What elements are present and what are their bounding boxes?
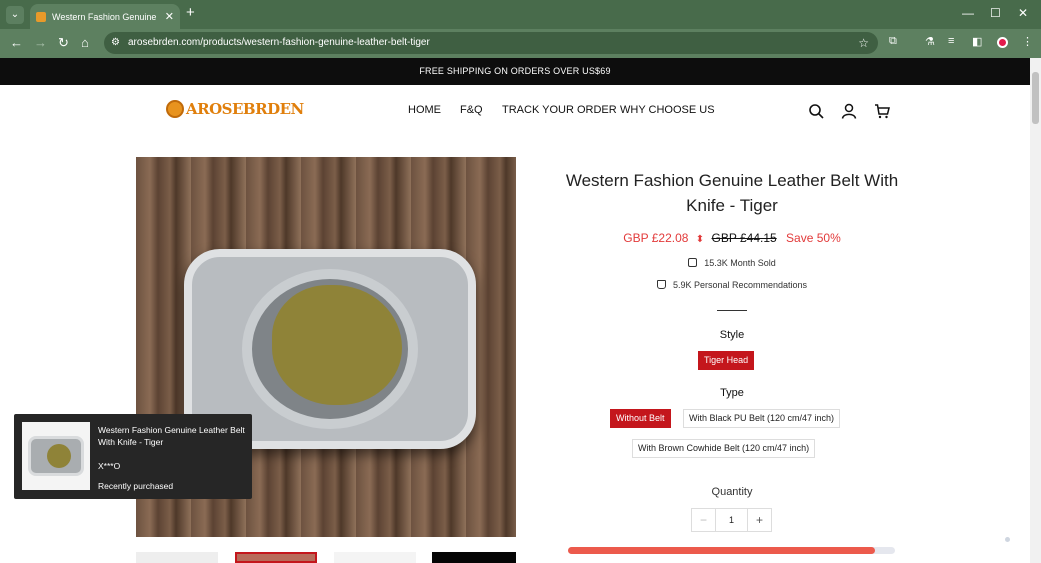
save-badge: Save 50%	[786, 231, 841, 245]
popup-buyer: X***O	[98, 461, 121, 471]
home-icon[interactable]: ⌂	[81, 35, 89, 50]
browser-tab-strip: ⌄ Western Fashion Genuine Leather Belt W…	[0, 0, 1041, 29]
tab-search-button[interactable]: ⌄	[6, 6, 24, 24]
popup-product-image	[22, 422, 90, 490]
mini-buckle	[28, 436, 84, 476]
nav-track-order[interactable]: TRACK YOUR ORDER	[502, 104, 617, 116]
site-info-icon[interactable]: ⚙	[111, 32, 120, 54]
month-sold-text: 15.3K Month Sold	[704, 258, 776, 268]
nav-home[interactable]: HOME	[408, 104, 441, 116]
thumbs-up-icon	[656, 280, 666, 289]
price-sort-icon: ⬍	[695, 234, 705, 245]
close-window-icon[interactable]: ✕	[1018, 6, 1028, 20]
minimize-icon[interactable]: —	[962, 6, 974, 20]
quantity-stepper: − 1 +	[691, 508, 772, 532]
maximize-icon[interactable]: ☐	[990, 6, 1001, 20]
recent-purchase-popup[interactable]: Western Fashion Genuine Leather Belt Wit…	[14, 414, 252, 499]
recommendations: 5.9K Personal Recommendations	[560, 280, 904, 290]
cart-icon[interactable]	[874, 103, 890, 119]
new-tab-button[interactable]: +	[186, 4, 195, 21]
address-bar[interactable]: ⚙ arosebrden.com/products/western-fashio…	[104, 32, 878, 54]
quantity-decrease-button[interactable]: −	[692, 509, 716, 531]
more-menu-icon[interactable]: ⋮	[1022, 35, 1033, 48]
browser-tab[interactable]: Western Fashion Genuine Leather Belt Wit…	[30, 4, 180, 29]
tab-title: Western Fashion Genuine Leather Belt Wit…	[52, 11, 159, 22]
browser-toolbar: ← → ↻ ⌂ ⚙ arosebrden.com/products/wester…	[0, 29, 1041, 58]
product-thumbnail[interactable]	[334, 552, 416, 563]
product-title: Western Fashion Genuine Leather Belt Wit…	[565, 171, 899, 215]
extensions-icon[interactable]: ⧉	[889, 35, 897, 48]
product-thumbnail[interactable]	[136, 552, 218, 563]
bag-icon	[688, 258, 698, 267]
nav-fq[interactable]: F&Q	[460, 104, 483, 116]
type-option-black-pu-belt[interactable]: With Black PU Belt (120 cm/47 inch)	[683, 409, 841, 428]
pumpkin-logo-icon	[166, 100, 184, 118]
quantity-input[interactable]: 1	[716, 509, 747, 531]
media-icon[interactable]: ≡	[948, 35, 954, 47]
product-thumbnail-active[interactable]	[235, 552, 317, 563]
product-thumbnail[interactable]	[432, 552, 516, 563]
back-icon[interactable]: ←	[10, 35, 23, 50]
style-option-tiger-head[interactable]: Tiger Head	[698, 351, 755, 370]
stock-progress-fill	[568, 547, 876, 554]
announcement-bar: FREE SHIPPING ON ORDERS OVER US$69	[0, 58, 1030, 85]
nav-why-choose-us[interactable]: WHY CHOOSE US	[620, 104, 715, 116]
bookmark-star-icon[interactable]: ☆	[858, 32, 869, 54]
search-icon[interactable]	[808, 103, 824, 119]
divider	[717, 310, 747, 311]
url-text: arosebrden.com/products/western-fashion-…	[128, 37, 430, 48]
style-label: Style	[719, 329, 745, 341]
popup-time: Recently purchased	[98, 481, 174, 491]
account-icon[interactable]	[841, 103, 857, 119]
web-page: FREE SHIPPING ON ORDERS OVER US$69 AROSE…	[0, 58, 1030, 563]
type-option-brown-cowhide-belt[interactable]: With Brown Cowhide Belt (120 cm/47 inch)	[632, 439, 816, 458]
reload-icon[interactable]: ↻	[58, 35, 69, 51]
recommendations-text: 5.9K Personal Recommendations	[672, 280, 808, 290]
forward-icon[interactable]: →	[34, 35, 47, 50]
tiger-head-image	[272, 285, 402, 405]
popup-product-title: Western Fashion Genuine Leather Belt Wit…	[98, 425, 245, 447]
stock-progress-bar	[568, 547, 895, 554]
sale-price: GBP £22.08	[623, 231, 689, 245]
close-tab-icon[interactable]: ✕	[165, 10, 174, 23]
page-scrollbar[interactable]	[1030, 58, 1041, 563]
site-favicon-icon	[36, 11, 46, 22]
type-option-without-belt[interactable]: Without Belt	[610, 409, 671, 428]
site-logo[interactable]: AROSEBRDEN	[166, 100, 304, 118]
logo-text: AROSEBRDEN	[186, 100, 304, 118]
scrollbar-thumb[interactable]	[1032, 72, 1039, 124]
month-sold: 15.3K Month Sold	[560, 258, 904, 268]
labs-icon[interactable]: ⚗	[925, 35, 935, 48]
compare-price: GBP £44.15	[711, 231, 777, 245]
quantity-increase-button[interactable]: +	[747, 509, 771, 531]
quantity-label: Quantity	[711, 486, 753, 498]
widget-dot-icon[interactable]	[1005, 537, 1010, 542]
price-row: GBP £22.08 ⬍ GBP £44.15 Save 50%	[560, 231, 904, 245]
side-panel-icon[interactable]: ◧	[972, 35, 982, 48]
type-label: Type	[720, 387, 744, 399]
profile-avatar[interactable]	[997, 37, 1008, 48]
